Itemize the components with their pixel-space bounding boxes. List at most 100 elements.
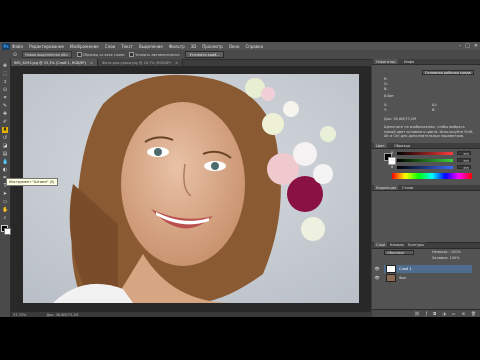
quick-selection-icon[interactable]: ⊙	[12, 52, 18, 58]
lasso-tool-icon[interactable]: ↄ	[2, 79, 8, 85]
brush-tool-icon[interactable]: ✐	[2, 119, 8, 125]
tab-layers[interactable]: Слои	[374, 242, 388, 247]
layer-row-background[interactable]: Фон	[384, 274, 472, 282]
opacity-field[interactable]: Непрозр.: 100%	[432, 250, 461, 254]
tab-paths[interactable]: Контуры	[406, 242, 427, 247]
layer-thumbnail	[386, 274, 396, 282]
minimize-button[interactable]: –	[459, 43, 462, 49]
menu-window[interactable]: Окно	[229, 44, 240, 49]
close-button[interactable]: ✕	[474, 43, 478, 49]
tab-styles[interactable]: Стили	[400, 185, 416, 190]
fx-icon[interactable]: ƒ	[426, 311, 427, 316]
fill-field[interactable]: Заливка: 100%	[432, 256, 460, 260]
info-r: R:	[384, 77, 388, 81]
tab-swatches[interactable]: Образцы	[392, 143, 413, 148]
marquee-tool-icon[interactable]: ⬚	[2, 71, 8, 77]
new-layer-icon[interactable]: ⊞	[462, 311, 465, 316]
document-size: Док: 36,6M/73,2M	[46, 312, 79, 317]
menu-edit[interactable]: Редактирование	[29, 44, 64, 49]
menu-text[interactable]: Текст	[121, 44, 133, 49]
menu-help[interactable]: Справка	[245, 44, 263, 49]
close-tab-icon[interactable]: ×	[175, 61, 178, 65]
auto-enhance-checkbox[interactable]: Усилить автоматически	[129, 52, 179, 57]
sample-all-layers-label: Образец со всех слоев	[82, 52, 125, 57]
tab-document-1-label: IMG_8293.jpg @ 33,3% (Слой 1, RGB/8*)	[14, 60, 86, 65]
slider-b-value[interactable]: 255	[457, 165, 471, 170]
tab-document-1[interactable]: IMG_8293.jpg @ 33,3% (Слой 1, RGB/8*) ×	[10, 59, 98, 66]
menu-view[interactable]: Просмотр	[202, 44, 223, 49]
info-y: Y:	[384, 108, 387, 112]
window-controls: – □ ✕	[459, 43, 478, 49]
trash-icon[interactable]: 🗑	[471, 311, 476, 316]
menu-bar: Ps Файл Редактирование Изображение Слои …	[0, 42, 480, 50]
menu-file[interactable]: Файл	[12, 44, 23, 49]
tab-channels[interactable]: Каналы	[388, 242, 407, 247]
close-tab-icon[interactable]: ×	[90, 61, 93, 65]
workspace-select[interactable]: Основная рабочая среда	[422, 70, 474, 75]
eraser-tool-icon[interactable]: ◪	[2, 143, 8, 149]
menu-3d[interactable]: 3D	[191, 44, 197, 49]
healing-brush-tool-icon[interactable]: ✚	[2, 111, 8, 117]
slider-b-label: B	[391, 165, 394, 169]
crop-tool-icon[interactable]: ⌗	[2, 95, 8, 101]
info-g: G:	[384, 82, 388, 86]
layer-1-name: Слой 1	[399, 267, 412, 271]
mask-icon[interactable]: ◘	[433, 311, 436, 316]
folder-icon[interactable]: ▭	[452, 311, 456, 316]
adjustment-layer-icon[interactable]: ◑	[442, 311, 446, 316]
info-h: В:	[432, 108, 436, 112]
info-doc: Док: 36,6M/73,2M	[384, 117, 417, 121]
move-tool-icon[interactable]: ✥	[2, 63, 8, 69]
color-spectrum[interactable]	[392, 173, 472, 179]
eyedropper-tool-icon[interactable]: ✎	[2, 103, 8, 109]
history-brush-tool-icon[interactable]: ↺	[2, 135, 8, 141]
menu-image[interactable]: Изображение	[70, 44, 99, 49]
tool-tooltip: Инструмент "Штамп" (S)	[6, 178, 58, 186]
blur-tool-icon[interactable]: 💧	[2, 159, 8, 165]
tools-panel: ✥ ⬚ ↄ ⊙ ⌗ ✎ ✚ ✐ ♜ ↺ ◪ ▤ 💧 ◐ ✒ T ➤ ▭ ✋ ⌕	[0, 59, 11, 317]
menu-filter[interactable]: Фильтр	[169, 44, 185, 49]
tab-document-2-label: Фото-для-урока.jpg @ 16,7% (RGB/8*)	[101, 60, 172, 65]
right-panels: Навигатор Инфо Основная рабочая среда R:…	[372, 59, 480, 317]
hand-tool-icon[interactable]: ✋	[2, 207, 8, 213]
maximize-button[interactable]: □	[465, 43, 470, 49]
refine-edge-button[interactable]: Уточнить край...	[185, 51, 224, 58]
auto-enhance-label: Усилить автоматически	[135, 52, 180, 57]
zoom-tool-icon[interactable]: ⌕	[2, 215, 8, 221]
slider-g[interactable]	[397, 159, 453, 162]
slider-r[interactable]	[397, 152, 453, 155]
photoshop-window: Ps Файл Редактирование Изображение Слои …	[0, 42, 480, 317]
tab-info[interactable]: Инфо	[402, 59, 417, 64]
layer-visibility-icon[interactable]: 👁	[374, 274, 380, 282]
menu-layers[interactable]: Слои	[105, 44, 115, 49]
clone-stamp-tool-icon[interactable]: ♜	[2, 127, 8, 133]
info-b: B:	[384, 87, 388, 91]
info-w: Ш:	[432, 103, 437, 107]
menu-select[interactable]: Выделение	[139, 44, 163, 49]
link-layers-icon[interactable]: ⛓	[415, 311, 420, 316]
gradient-tool-icon[interactable]: ▤	[2, 151, 8, 157]
selection-mode-select[interactable]: Новая выделенная обл.	[22, 51, 72, 58]
sample-all-layers-checkbox[interactable]: Образец со всех слоев	[76, 52, 125, 57]
canvas-area[interactable]	[11, 66, 371, 311]
portrait-photo	[23, 74, 359, 303]
slider-g-label: G	[391, 158, 394, 162]
slider-g-value[interactable]: 255	[457, 158, 471, 163]
background-color-swatch[interactable]	[4, 228, 11, 235]
layer-row-1[interactable]: Слой 1	[384, 265, 472, 273]
zoom-level[interactable]: 33,33%	[13, 313, 26, 317]
slider-b[interactable]	[397, 166, 453, 169]
tab-navigator[interactable]: Навигатор	[374, 59, 398, 64]
tab-document-2[interactable]: Фото-для-урока.jpg @ 16,7% (RGB/8*) ×	[97, 59, 184, 66]
slider-r-value[interactable]: 255	[457, 151, 471, 156]
path-selection-tool-icon[interactable]: ➤	[2, 191, 8, 197]
layer-visibility-icon[interactable]: 👁	[374, 265, 380, 273]
shape-tool-icon[interactable]: ▭	[2, 199, 8, 205]
quick-selection-tool-icon[interactable]: ⊙	[2, 87, 8, 93]
document-tabs: IMG_8293.jpg @ 33,3% (Слой 1, RGB/8*) × …	[10, 59, 370, 66]
info-x: X:	[384, 103, 388, 107]
tab-adjustments[interactable]: Коррекция	[374, 185, 399, 190]
dodge-tool-icon[interactable]: ◐	[2, 167, 8, 173]
blend-mode-select[interactable]: Обычные	[384, 250, 414, 255]
tab-color[interactable]: Цвет	[374, 143, 387, 148]
